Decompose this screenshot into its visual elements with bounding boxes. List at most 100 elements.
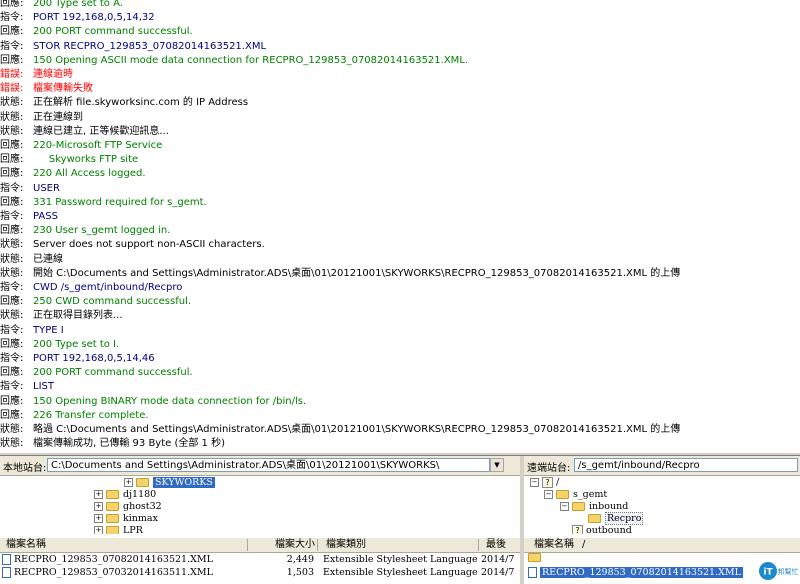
- log-message: 200 PORT command successful.: [33, 26, 193, 38]
- column-header-modified[interactable]: 最後: [486, 538, 506, 552]
- remote-site-pane: 遠端站台: /s_gemt/inbound/Recpro −? / − s_gemt…: [524, 456, 800, 584]
- xml-file-icon: [2, 554, 11, 565]
- expand-icon[interactable]: +: [94, 502, 103, 511]
- svg-text:邦幫忙: 邦幫忙: [778, 567, 799, 576]
- log-message: 220-Microsoft FTP Service: [33, 140, 163, 151]
- xml-file-icon: [2, 567, 11, 578]
- log-label: 回應:: [0, 154, 24, 166]
- column-header-size[interactable]: 檔案大小: [275, 538, 315, 552]
- log-label: 回應:: [0, 0, 24, 9]
- message-log[interactable]: 回應: 200 Type set to A. 指令: PORT 192,168,0,5…: [0, 0, 800, 452]
- unknown-folder-icon: ?: [572, 525, 583, 534]
- log-message: USER: [33, 182, 60, 194]
- log-message: Skyworks FTP site: [33, 154, 139, 166]
- column-header-name[interactable]: 檔案名稱: [6, 538, 46, 552]
- log-label: 狀態:: [0, 310, 24, 322]
- log-label: 指令:: [0, 353, 24, 364]
- local-site-pane: 本地站台: C:\Documents and Settings\Administ…: [0, 456, 520, 584]
- log-label: 回應:: [0, 338, 24, 350]
- expand-icon[interactable]: +: [94, 514, 103, 523]
- remote-site-label: 遠端站台:: [527, 463, 571, 474]
- log-label: 狀態:: [0, 111, 24, 123]
- remote-file-list-header: 檔案名稱 /: [524, 537, 800, 553]
- log-message: 連線已建立, 正等候歡迎訊息...: [33, 125, 169, 137]
- log-message: 檔案傳輸成功, 已傳輸 93 Byte (全部 1 秒): [33, 438, 225, 450]
- svg-text:iT: iT: [763, 568, 773, 578]
- folder-up-icon: [528, 553, 541, 562]
- log-message: 開始 C:\Documents and Settings\Administrat…: [33, 267, 681, 279]
- log-label: 錯誤:: [0, 69, 24, 80]
- log-label: 錯誤:: [0, 83, 24, 95]
- log-message: TYPE I: [33, 324, 64, 336]
- remote-site-bar: 遠端站台: /s_gemt/inbound/Recpro: [524, 456, 800, 476]
- local-site-label: 本地站台:: [3, 463, 47, 474]
- log-label: 指令:: [0, 324, 24, 336]
- unknown-folder-icon: ?: [542, 477, 553, 488]
- log-message: 略過 C:\Documents and Settings\Administrat…: [33, 424, 681, 435]
- watermark-logo: iT 邦幫忙: [759, 562, 799, 580]
- log-message: 220 All Access logged.: [33, 168, 146, 180]
- log-label: 回應:: [0, 26, 24, 38]
- log-message: 200 PORT command successful.: [33, 367, 193, 379]
- log-label: 回應:: [0, 395, 24, 407]
- expand-icon[interactable]: +: [94, 526, 103, 534]
- collapse-icon[interactable]: −: [544, 490, 553, 499]
- log-message: 230 User s_gemt logged in.: [33, 225, 171, 237]
- log-label: 指令:: [0, 182, 24, 194]
- log-label: 回應:: [0, 54, 24, 66]
- log-message: 正在連線到: [33, 111, 83, 123]
- log-label: 指令:: [0, 211, 24, 222]
- xml-file-icon: [528, 567, 537, 578]
- log-message: 150 Opening ASCII mode data connection f…: [33, 54, 469, 66]
- log-label: 回應:: [0, 140, 24, 151]
- log-label: 回應:: [0, 196, 24, 208]
- folder-icon: [136, 478, 149, 487]
- remote-path-input[interactable]: /s_gemt/inbound/Recpro: [574, 458, 798, 472]
- collapse-icon[interactable]: −: [530, 478, 539, 487]
- local-folder-tree[interactable]: + SKYWORKS + dj1180 + ghost32 + kinmax + LPR: [0, 476, 520, 536]
- log-message: PORT 192,168,0,5,14,32: [33, 12, 155, 24]
- log-label: 狀態:: [0, 438, 24, 450]
- local-path-input[interactable]: C:\Documents and Settings\Administrator.…: [47, 458, 490, 472]
- expand-icon[interactable]: +: [124, 478, 133, 487]
- log-message: CWD /s_gemt/inbound/Recpro: [33, 282, 183, 293]
- log-message: LIST: [33, 381, 54, 393]
- folder-icon: [106, 526, 119, 534]
- folder-icon: [106, 514, 119, 523]
- log-message: 連線逾時: [33, 69, 73, 80]
- log-message: 250 CWD command successful.: [33, 296, 192, 308]
- log-message: PASS: [33, 211, 58, 222]
- folder-icon: [556, 490, 569, 499]
- expand-icon[interactable]: +: [94, 490, 103, 499]
- open-folder-icon: [588, 514, 601, 523]
- log-label: 狀態:: [0, 97, 24, 109]
- log-label: 回應:: [0, 367, 24, 379]
- log-message: 331 Password required for s_gemt.: [33, 196, 207, 208]
- tree-item-outbound[interactable]: ? outbound: [572, 524, 632, 534]
- tree-item-lpr[interactable]: + LPR: [94, 524, 143, 534]
- log-label: 狀態:: [0, 424, 24, 435]
- log-label: 狀態:: [0, 267, 24, 279]
- log-label: 狀態:: [0, 239, 24, 251]
- column-header-type[interactable]: 檔案類別: [326, 538, 366, 552]
- log-message: 150 Opening BINARY mode data connection …: [33, 395, 307, 407]
- collapse-icon[interactable]: −: [560, 502, 569, 511]
- folder-icon: [106, 490, 119, 499]
- log-message: STOR RECPRO_129853_07082014163521.XML: [33, 40, 267, 52]
- log-label: 狀態:: [0, 253, 24, 265]
- column-header-name[interactable]: 檔案名稱: [534, 538, 574, 552]
- log-label: 指令:: [0, 12, 24, 24]
- log-message: 200 Type set to A.: [33, 0, 123, 9]
- local-file-list-header: 檔案名稱 檔案大小 檔案類別 最後: [0, 537, 520, 553]
- log-label: 回應:: [0, 225, 24, 237]
- file-row[interactable]: RECPRO_129853_07082014163521.XML 2,449 E…: [0, 553, 520, 566]
- local-path-dropdown-icon[interactable]: ▼: [490, 458, 504, 472]
- log-message: 檔案傳輸失敗: [33, 83, 93, 95]
- log-label: 狀態:: [0, 125, 24, 137]
- remote-folder-tree[interactable]: −? / − s_gemt − inbound Recpro ? outbound: [524, 476, 800, 536]
- log-label: 指令:: [0, 282, 24, 293]
- file-row[interactable]: RECPRO_129853_07032014163511.XML 1,503 E…: [0, 566, 520, 579]
- log-message: 226 Transfer complete.: [33, 409, 149, 421]
- log-message: 正在解析 file.skyworksinc.com 的 IP Address: [33, 97, 249, 109]
- log-label: 指令:: [0, 381, 24, 393]
